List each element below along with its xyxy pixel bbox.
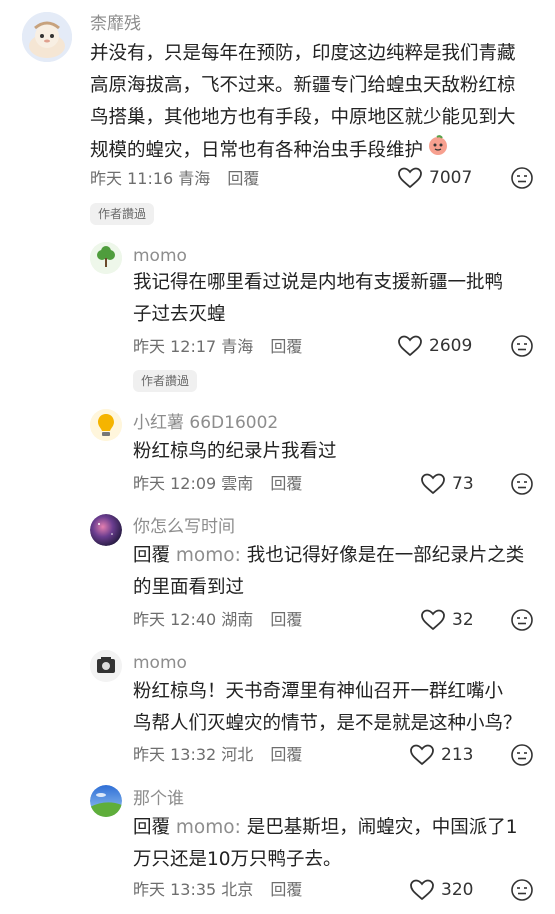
dislike-button[interactable] — [510, 743, 534, 771]
comment-time: 昨天 12:09 雲南 — [133, 474, 254, 493]
dislike-face-icon — [511, 609, 533, 631]
heart-icon — [421, 473, 445, 495]
comment-line: 高原海拔高，飞不过来。新疆专门给蝗虫天敌粉红椋 — [90, 75, 516, 96]
dislike-face-icon — [511, 335, 533, 357]
comment-line: 我记得在哪里看过说是内地有支援新疆一批鸭 — [133, 272, 504, 293]
user-avatar[interactable] — [90, 785, 122, 817]
reply-button[interactable]: 回覆 — [270, 337, 302, 356]
heart-icon — [398, 167, 422, 189]
comment-time: 昨天 12:17 青海 — [133, 337, 254, 356]
like-button[interactable]: 2609 — [397, 334, 472, 358]
comment-time: 昨天 13:32 河北 — [133, 745, 254, 764]
comment-meta: 昨天 12:40 湖南 回覆 — [133, 610, 302, 630]
comment-text: 粉红椋鸟！天书奇潭里有神仙召开一群红嘴小 鸟帮人们灭蝗灾的情节，是不是就是这种小… — [133, 676, 543, 740]
username[interactable]: 小红薯 66D16002 — [133, 413, 278, 433]
dislike-button[interactable] — [510, 334, 534, 362]
user-avatar[interactable] — [90, 409, 122, 441]
peach-emoji-icon — [427, 134, 449, 167]
username[interactable]: 那个谁 — [133, 789, 184, 809]
comment-line: 回覆 momo: 是巴基斯坦，闹蝗灾，中国派了1 — [133, 812, 543, 844]
like-button[interactable]: 320 — [409, 878, 473, 902]
like-count: 320 — [441, 880, 474, 900]
like-button[interactable]: 7007 — [397, 166, 472, 190]
comment-line: 鸟帮人们灭蝗灾的情节，是不是就是这种小鸟？ — [133, 713, 522, 734]
user-avatar[interactable] — [90, 650, 122, 682]
comment-line-text: 是巴基斯坦，闹蝗灾，中国派了1 — [246, 817, 518, 838]
username[interactable]: 柰靡残 — [90, 14, 141, 34]
comment-time: 昨天 11:16 青海 — [90, 169, 211, 188]
username[interactable]: momo — [133, 246, 187, 266]
comment-text: 回覆 momo: 是巴基斯坦，闹蝗灾，中国派了1 万只还是10万只鸭子去。 — [133, 812, 543, 876]
comment-meta: 昨天 12:17 青海 回覆 — [133, 337, 302, 357]
reply-button[interactable]: 回覆 — [227, 169, 259, 188]
comment-line: 并没有，只是每年在预防，印度这边纯粹是我们青藏 — [90, 43, 516, 64]
comment-text: 回覆 momo: 我也记得好像是在一部纪录片之类 的里面看到过 — [133, 540, 533, 604]
comment-text: 并没有，只是每年在预防，印度这边纯粹是我们青藏 高原海拔高，飞不过来。新疆专门给… — [90, 38, 530, 167]
user-avatar[interactable] — [90, 242, 122, 274]
comment-meta: 昨天 12:09 雲南 回覆 — [133, 474, 302, 494]
reply-button[interactable]: 回覆 — [270, 610, 302, 629]
heart-icon — [398, 335, 422, 357]
dislike-button[interactable] — [510, 878, 534, 906]
dislike-button[interactable] — [510, 472, 534, 500]
reply-target-user[interactable]: momo: — [176, 817, 241, 838]
username[interactable]: 你怎么写时间 — [133, 517, 235, 537]
heart-icon — [410, 879, 434, 901]
comment-meta: 昨天 13:35 北京 回覆 — [133, 880, 302, 900]
user-avatar[interactable] — [22, 12, 72, 62]
dislike-face-icon — [511, 473, 533, 495]
comment-time: 昨天 13:35 北京 — [133, 880, 254, 899]
dislike-button[interactable] — [510, 166, 534, 194]
like-button[interactable]: 213 — [409, 743, 473, 767]
dislike-face-icon — [511, 744, 533, 766]
comment-line: 回覆 momo: 我也记得好像是在一部纪录片之类 — [133, 540, 533, 572]
reply-prefix: 回覆 — [133, 545, 171, 566]
dislike-face-icon — [511, 879, 533, 901]
comment-text: 我记得在哪里看过说是内地有支援新疆一批鸭 子过去灭蝗 — [133, 267, 533, 331]
comment-line: 万只还是10万只鸭子去。 — [133, 849, 342, 870]
dislike-button[interactable] — [510, 608, 534, 636]
like-count: 73 — [452, 474, 474, 494]
comment-line-text: 我也记得好像是在一部纪录片之类 — [246, 545, 525, 566]
comment-line-text: 规模的蝗灾，日常也有各种治虫手段维护 — [90, 139, 424, 161]
reply-button[interactable]: 回覆 — [270, 474, 302, 493]
reply-target-user[interactable]: momo: — [176, 545, 241, 566]
comment-text: 粉红椋鸟的纪录片我看过 — [133, 436, 533, 468]
reply-prefix: 回覆 — [133, 817, 171, 838]
like-button[interactable]: 32 — [420, 608, 474, 632]
comment-time: 昨天 12:40 湖南 — [133, 610, 254, 629]
username[interactable]: momo — [133, 653, 187, 673]
like-count: 7007 — [429, 168, 473, 188]
comment-meta: 昨天 11:16 青海 回覆 — [90, 169, 259, 189]
comment-line: 鸟搭巢，其他地方也有手段，中原地区就少能见到大 — [90, 107, 516, 128]
comment-line: 规模的蝗灾，日常也有各种治虫手段维护 — [90, 134, 530, 167]
comment-line: 粉红椋鸟的纪录片我看过 — [133, 441, 337, 462]
like-button[interactable]: 73 — [420, 472, 474, 496]
reply-button[interactable]: 回覆 — [270, 745, 302, 764]
dislike-face-icon — [511, 167, 533, 189]
comment-line: 子过去灭蝗 — [133, 304, 226, 325]
reply-button[interactable]: 回覆 — [270, 880, 302, 899]
author-liked-tag: 作者讚過 — [90, 203, 155, 225]
user-avatar[interactable] — [90, 514, 122, 546]
like-count: 213 — [441, 745, 474, 765]
like-count: 32 — [452, 610, 474, 630]
comment-meta: 昨天 13:32 河北 回覆 — [133, 745, 302, 765]
comment-line: 的里面看到过 — [133, 577, 245, 598]
heart-icon — [410, 744, 434, 766]
author-liked-tag: 作者讚過 — [133, 370, 198, 392]
like-count: 2609 — [429, 336, 473, 356]
heart-icon — [421, 609, 445, 631]
comment-line: 粉红椋鸟！天书奇潭里有神仙召开一群红嘴小 — [133, 681, 504, 702]
